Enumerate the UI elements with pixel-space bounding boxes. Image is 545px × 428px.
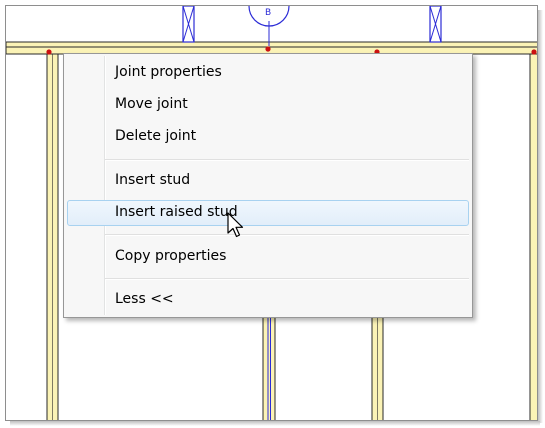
menu-item-delete-joint[interactable]: Delete joint <box>67 124 469 150</box>
menu-item-label: Move joint <box>115 96 188 112</box>
menu-item-less[interactable]: Less << <box>67 287 469 313</box>
brace-right[interactable] <box>429 6 442 43</box>
joint-marker-icon[interactable] <box>265 46 271 52</box>
arrow-cursor-icon <box>227 212 244 238</box>
menu-item-joint-properties[interactable]: Joint properties <box>67 60 469 86</box>
joint-marker-icon[interactable] <box>46 49 52 55</box>
stud-left[interactable] <box>46 53 59 421</box>
menu-item-label: Delete joint <box>115 128 197 144</box>
joint-marker-icon[interactable] <box>531 49 537 55</box>
menu-item-label: Less << <box>115 291 174 307</box>
menu-item-label: Copy properties <box>115 248 227 264</box>
menu-item-label: Insert raised stud <box>115 204 238 220</box>
menu-item-move-joint[interactable]: Move joint <box>67 92 469 118</box>
menu-separator <box>105 278 469 280</box>
post-symbol[interactable]: B <box>248 6 290 46</box>
menu-item-copy-properties[interactable]: Copy properties <box>67 244 469 270</box>
frame-shadow-right <box>538 10 543 423</box>
menu-separator <box>105 159 469 161</box>
menu-item-label: Insert stud <box>115 172 191 188</box>
stud-edge[interactable] <box>529 53 538 421</box>
menu-item-insert-stud[interactable]: Insert stud <box>67 168 469 194</box>
menu-item-insert-raised-stud[interactable]: Insert raised stud <box>67 200 469 226</box>
brace-left[interactable] <box>182 6 195 43</box>
svg-text:B: B <box>265 8 271 18</box>
context-menu: Joint properties Move joint Delete joint… <box>63 53 473 318</box>
frame-shadow-bottom <box>10 421 540 426</box>
menu-item-label: Joint properties <box>115 64 222 80</box>
menu-separator <box>105 234 469 236</box>
